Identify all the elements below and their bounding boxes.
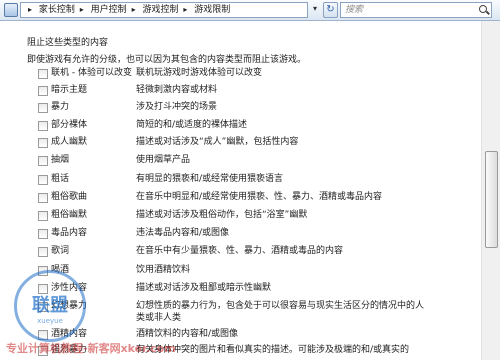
content-type-description: 有明显的猥亵和/或经常使用猥亵语言 [136, 174, 284, 184]
content-type-label[interactable]: 成人幽默 [51, 136, 87, 148]
content-type-description: 幻想性质的暴力行为，包含处于可以很容易与现实生活区分的情况中的人类或非人类 [136, 301, 425, 323]
chevron-right-icon[interactable]: ▸ [132, 4, 136, 16]
content-type-checkbox[interactable] [38, 138, 48, 148]
content-type-row[interactable]: 粗话 有明显的猥亵和/或经常使用猥亵语言 [0, 172, 470, 188]
content-type-row[interactable]: 抽烟 使用烟草产品 [0, 153, 470, 169]
address-dropdown-button[interactable]: ▾ [310, 3, 320, 15]
content-type-row[interactable]: 粗俗歌曲 在音乐中明显和/或经常使用猥亵、性、暴力、酒精或毒品内容 [0, 190, 470, 206]
breadcrumb-game-restrictions[interactable]: 游戏限制 [194, 4, 230, 16]
breadcrumb-user-controls[interactable]: 用户控制 [91, 4, 127, 16]
content-type-checkbox[interactable] [38, 229, 48, 239]
content-type-label[interactable]: 暴力 [51, 101, 69, 113]
refresh-icon: ↻ [326, 4, 335, 15]
scrollbar-thumb[interactable] [485, 151, 498, 248]
content-type-label[interactable]: 毒品内容 [51, 227, 87, 239]
content-type-row[interactable]: 联机 - 体验可以改变 联机玩游戏时游戏体验可以改变 [0, 66, 470, 82]
content-type-checkbox[interactable] [38, 175, 48, 185]
content-type-description: 联机玩游戏时游戏体验可以改变 [136, 68, 263, 78]
content-type-description: 酒精饮料的内容和/或图像 [136, 329, 239, 339]
watermark-seal-subtext: xueyue [37, 317, 63, 325]
search-icon[interactable] [479, 5, 487, 13]
content-type-label[interactable]: 粗俗歌曲 [51, 191, 87, 203]
chevron-right-icon[interactable]: ▸ [183, 4, 187, 16]
content-type-description: 简短的和/或适度的裸体描述 [136, 120, 248, 130]
content-type-checkbox[interactable] [38, 86, 48, 96]
content-type-label[interactable]: 暗示主题 [51, 84, 87, 96]
content-type-label[interactable]: 粗俗幽默 [51, 209, 87, 221]
content-type-label[interactable]: 歌词 [51, 245, 69, 257]
content-type-row[interactable]: 暴力 涉及打斗冲突的场景 [0, 100, 470, 116]
address-bar: ▸ 家长控制 ▸ 用户控制 ▸ 游戏控制 ▸ 游戏限制 ▾ ↻ 搜索 [0, 0, 500, 21]
vertical-scrollbar[interactable] [481, 21, 500, 360]
search-placeholder: 搜索 [345, 5, 364, 15]
content-type-row[interactable]: 粗俗幽默 描述或对话涉及粗俗动作，包括“浴室”幽默 [0, 208, 470, 224]
content-type-row[interactable]: 暗示主题 轻微刺激内容或材料 [0, 83, 470, 99]
breadcrumb-game-controls[interactable]: 游戏控制 [142, 4, 178, 16]
content-type-checkbox[interactable] [38, 156, 48, 166]
content-type-row[interactable]: 成人幽默 描述或对话涉及“成人”幽默，包括性内容 [0, 135, 470, 151]
content-type-checkbox[interactable] [38, 121, 48, 131]
control-panel-icon[interactable] [4, 3, 18, 17]
content-type-description: 涉及打斗冲突的场景 [136, 102, 218, 112]
chevron-right-icon[interactable]: ▸ [28, 4, 32, 16]
content-type-label[interactable]: 抽烟 [51, 154, 69, 166]
search-input[interactable]: 搜索 [340, 2, 492, 18]
breadcrumb-parental-controls[interactable]: 家长控制 [39, 4, 75, 16]
section-title: 阻止这些类型的内容 [27, 38, 109, 48]
content-type-description: 违法毒品内容和/或图像 [136, 228, 230, 238]
watermark-seal: 联盟 xueyue [14, 270, 86, 342]
content-type-description: 轻微刺激内容或材料 [136, 85, 218, 95]
content-type-row[interactable]: 部分裸体 简短的和/或适度的裸体描述 [0, 118, 470, 134]
content-type-description: 有关身体冲突的图片和看似真实的描述。可能涉及极端的和/或真实的 [136, 345, 410, 355]
watermark-seal-text: 联盟 [32, 295, 68, 316]
watermark-text: 专业计算机教程-新客网xker.com [6, 342, 176, 355]
content-type-description: 饮用酒精饮料 [136, 265, 191, 275]
content-type-checkbox[interactable] [38, 211, 48, 221]
content-type-label[interactable]: 部分裸体 [51, 119, 87, 131]
section-description: 即使游戏有允许的分级，也可以因为其包含的内容类型而阻止该游戏。 [27, 55, 307, 65]
content-type-checkbox[interactable] [38, 103, 48, 113]
content-type-checkbox[interactable] [38, 193, 48, 203]
content-type-description: 使用烟草产品 [136, 155, 191, 165]
content-type-row[interactable]: 歌词 在音乐中有少量猥亵、性、暴力、酒精或毒品的内容 [0, 244, 470, 260]
refresh-button[interactable]: ↻ [323, 2, 338, 18]
content-type-description: 描述或对话涉及粗俗动作，包括“浴室”幽默 [136, 210, 308, 220]
content-type-description: 在音乐中明显和/或经常使用猥亵、性、暴力、酒精或毒品内容 [136, 192, 383, 202]
content-type-description: 描述或对话涉及“成人”幽默，包括性内容 [136, 137, 299, 147]
breadcrumb[interactable]: ▸ 家长控制 ▸ 用户控制 ▸ 游戏控制 ▸ 游戏限制 [20, 2, 308, 18]
content-type-checkbox[interactable] [38, 69, 48, 79]
content-type-description: 在音乐中有少量猥亵、性、暴力、酒精或毒品的内容 [136, 246, 344, 256]
chevron-right-icon[interactable]: ▸ [80, 4, 84, 16]
content-type-row[interactable]: 毒品内容 违法毒品内容和/或图像 [0, 226, 470, 242]
content-type-label[interactable]: 联机 - 体验可以改变 [51, 67, 132, 79]
content-type-label[interactable]: 粗话 [51, 173, 69, 185]
content-type-description: 描述或对话涉及粗鄙或暗示性幽默 [136, 283, 272, 293]
content-type-checkbox[interactable] [38, 247, 48, 257]
